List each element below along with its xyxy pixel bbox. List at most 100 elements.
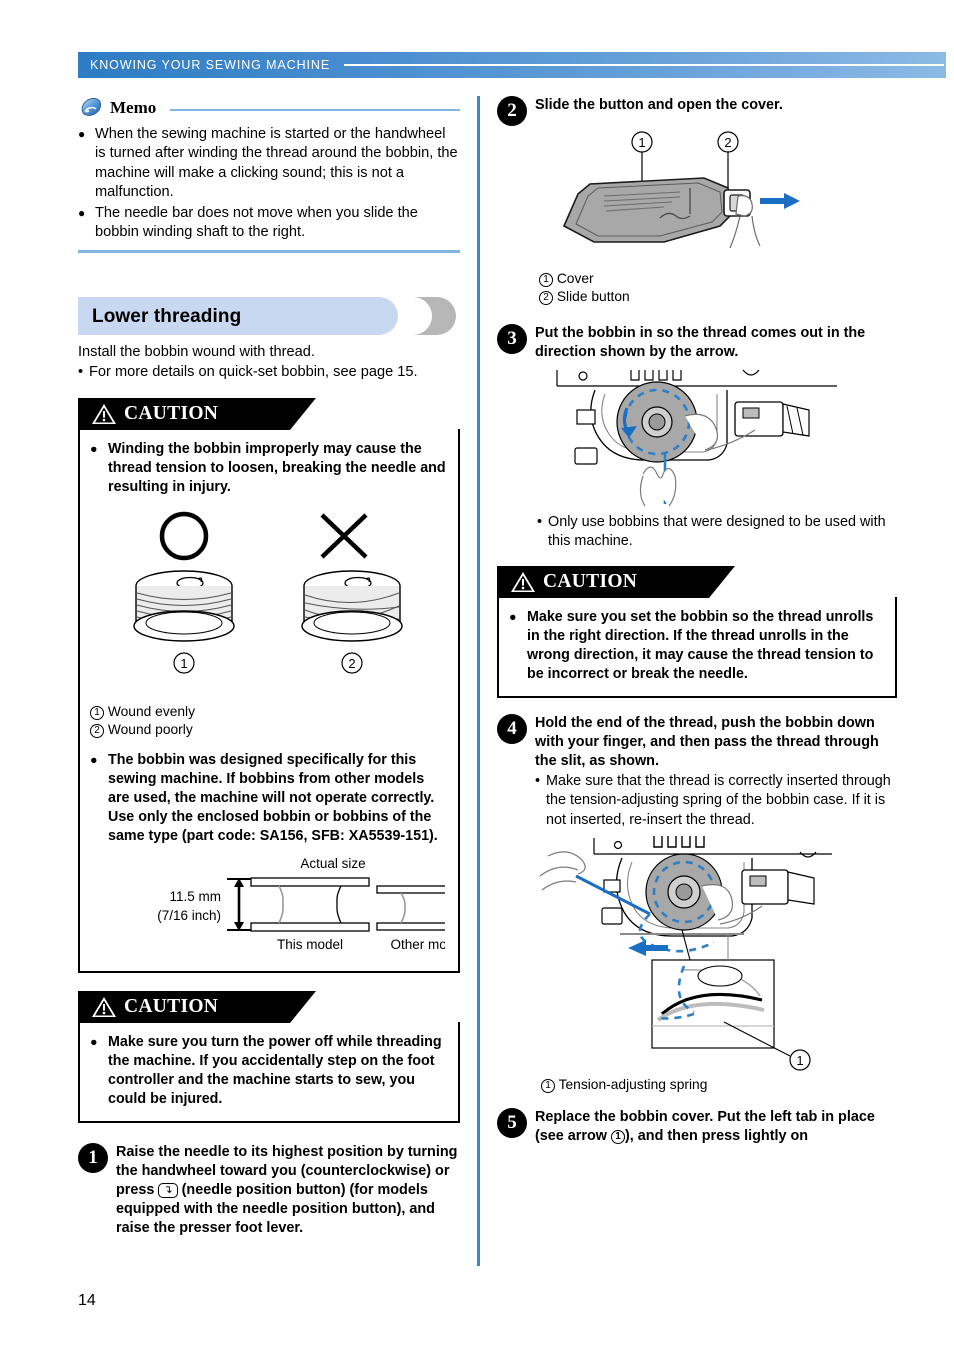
- memo-item: ● The needle bar does not move when you …: [78, 204, 460, 243]
- step-number: 4: [497, 713, 527, 744]
- legend-text-1: Wound evenly: [107, 704, 196, 720]
- memo-item-text: The needle bar does not move when you sl…: [95, 204, 418, 241]
- memo-title: Memo: [110, 98, 157, 117]
- left-column: Memo ● When the sewing machine is starte…: [78, 96, 460, 1238]
- legend-line-1: 1 Cover: [539, 270, 897, 288]
- memo-item: ● When the sewing machine is started or …: [78, 125, 460, 203]
- section-title: Lower threading: [92, 305, 242, 327]
- cover-figure-legend: 1 Cover 2 Slide button: [539, 270, 897, 306]
- caution-item: ● Winding the bobbin improperly may caus…: [90, 440, 448, 497]
- actual-size-title: Actual size: [300, 856, 365, 871]
- section-intro-text: Install the bobbin wound with thread.: [78, 343, 315, 360]
- step-5: 5 Replace the bobbin cover. Put the left…: [497, 1108, 897, 1146]
- memo-item-text: When the sewing machine is started or th…: [95, 126, 458, 201]
- bobbin-insert-svg: [556, 369, 837, 507]
- svg-text:1: 1: [796, 1053, 803, 1068]
- section-bullet: • For more details on quick-set bobbin, …: [78, 362, 460, 382]
- caution-item: ● Make sure you set the bobbin so the th…: [509, 608, 885, 684]
- callout-2: 2: [90, 724, 104, 739]
- bullet-icon: ●: [90, 753, 98, 768]
- bullet-icon: ●: [90, 442, 98, 457]
- slit-arrow-icon: [628, 940, 668, 957]
- size-figure-svg: Actual size 11.5 mm (7/16 inch) This mod…: [157, 856, 445, 952]
- caution-box-2: CAUTION ● Make sure you turn the power o…: [78, 991, 460, 1124]
- section-bullet-text: For more details on quick-set bobbin, se…: [89, 364, 418, 381]
- caution-box-1: CAUTION ● Winding the bobbin improperly …: [78, 398, 460, 974]
- warning-triangle-icon: [91, 403, 117, 425]
- bullet-icon: •: [535, 772, 541, 789]
- caution-body: ● Make sure you set the bobbin so the th…: [497, 596, 897, 698]
- bobbin-insert-figure: [497, 364, 897, 509]
- thread-slit-figure: 1: [497, 834, 897, 1074]
- caution-item-text: Make sure you set the bobbin so the thre…: [527, 608, 874, 682]
- svg-text:11.5 mm: 11.5 mm: [169, 889, 221, 904]
- caution-label: CAUTION: [543, 570, 638, 592]
- svg-text:(7/16 inch): (7/16 inch): [157, 908, 221, 923]
- page-number: 14: [78, 1292, 96, 1309]
- memo-list: ● When the sewing machine is started or …: [78, 125, 460, 242]
- step-number: 1: [78, 1143, 108, 1174]
- needle-position-button-icon: ↴: [158, 1183, 178, 1199]
- step-number: 2: [497, 96, 527, 126]
- step-3-note: • Only use bobbins that were designed to…: [537, 513, 897, 552]
- right-column: 2 Slide the button and open the cover. 1…: [497, 96, 897, 1146]
- bullet-icon: ●: [509, 609, 517, 624]
- step-3: 3 Put the bobbin in so the thread comes …: [497, 323, 897, 362]
- svg-text:Other models: Other models: [390, 937, 445, 952]
- caution-body: ● Make sure you turn the power off while…: [78, 1022, 460, 1124]
- caution-item: ● Make sure you turn the power off while…: [90, 1033, 448, 1109]
- cover-slide-figure: 1 2: [497, 130, 897, 270]
- caution-label: CAUTION: [124, 996, 219, 1018]
- caution-tab: CAUTION: [78, 991, 316, 1024]
- caution-item-text: Make sure you turn the power off while t…: [108, 1034, 442, 1108]
- svg-text:This model: This model: [277, 937, 343, 952]
- manual-page: KNOWING YOUR SEWING MACHINE Memo ● When …: [0, 0, 954, 1348]
- caution-tab: CAUTION: [78, 398, 316, 431]
- step-text: Slide the button and open the cover.: [535, 97, 783, 113]
- thread-slit-svg: 1: [539, 836, 832, 1071]
- spring-legend: Tension-adjusting spring 1 Tension-adjus…: [541, 1076, 897, 1094]
- step-number: 3: [497, 323, 527, 354]
- memo-bottom-rule: [78, 250, 460, 253]
- bullet-icon: ●: [78, 127, 86, 141]
- step-1: 1 Raise the needle to its highest positi…: [78, 1143, 460, 1238]
- caution-body: ● Winding the bobbin improperly may caus…: [78, 429, 460, 974]
- bobbin-comparison-figure: 1 2 1 Wound evenly 2 Wound poorly: [90, 511, 448, 739]
- memo-header: Memo: [78, 96, 460, 120]
- legend-text-2: Slide button: [556, 288, 630, 304]
- warning-triangle-icon: [91, 996, 117, 1018]
- legend-line-2: 2 Wound poorly: [90, 721, 448, 739]
- bobbin-figure-legend: 1 Wound evenly 2 Wound poorly: [90, 703, 448, 739]
- legend-line-1: Tension-adjusting spring 1 Tension-adjus…: [541, 1076, 897, 1094]
- callout-number-1: 1: [541, 1079, 555, 1094]
- step-4-note-text: Make sure that the thread is correctly i…: [546, 772, 891, 828]
- caution-label: CAUTION: [124, 403, 219, 425]
- step-4-heading: Hold the end of the thread, push the bob…: [535, 714, 879, 769]
- step5-text-b: ), and then press lightly on: [625, 1128, 809, 1145]
- callout-2: 2: [539, 290, 553, 305]
- legend-line-1: 1 Wound evenly: [90, 703, 448, 721]
- header-title: KNOWING YOUR SEWING MACHINE: [90, 58, 331, 72]
- slide-arrow-icon: [760, 193, 800, 209]
- bullet-icon: ●: [90, 1035, 98, 1050]
- svg-text:2: 2: [724, 135, 731, 150]
- page-header: KNOWING YOUR SEWING MACHINE: [78, 52, 946, 78]
- section-header: Lower threading: [78, 296, 460, 335]
- column-divider: [477, 96, 480, 1266]
- warning-triangle-icon: [510, 571, 536, 593]
- caution-tab: CAUTION: [497, 565, 735, 598]
- bullet-icon: •: [78, 364, 84, 381]
- caution-item-text: The bobbin was designed specifically for…: [108, 752, 438, 845]
- actual-size-figure: Actual size 11.5 mm (7/16 inch) This mod…: [90, 854, 448, 959]
- cover-figure-svg: 1 2: [562, 131, 800, 249]
- bullet-icon: •: [537, 513, 543, 530]
- step-2: 2 Slide the button and open the cover.: [497, 96, 897, 126]
- svg-text:1: 1: [180, 656, 187, 671]
- step-text: Raise the needle to its highest position…: [116, 1143, 460, 1238]
- legend-line-2: 2 Slide button: [539, 288, 897, 306]
- step-4: 4 Hold the end of the thread, push the b…: [497, 713, 897, 830]
- step-number: 5: [497, 1108, 527, 1139]
- bobbin-figure-svg: 1 2: [133, 511, 403, 674]
- memo-box: Memo ● When the sewing machine is starte…: [78, 96, 460, 259]
- header-rule: [344, 64, 944, 66]
